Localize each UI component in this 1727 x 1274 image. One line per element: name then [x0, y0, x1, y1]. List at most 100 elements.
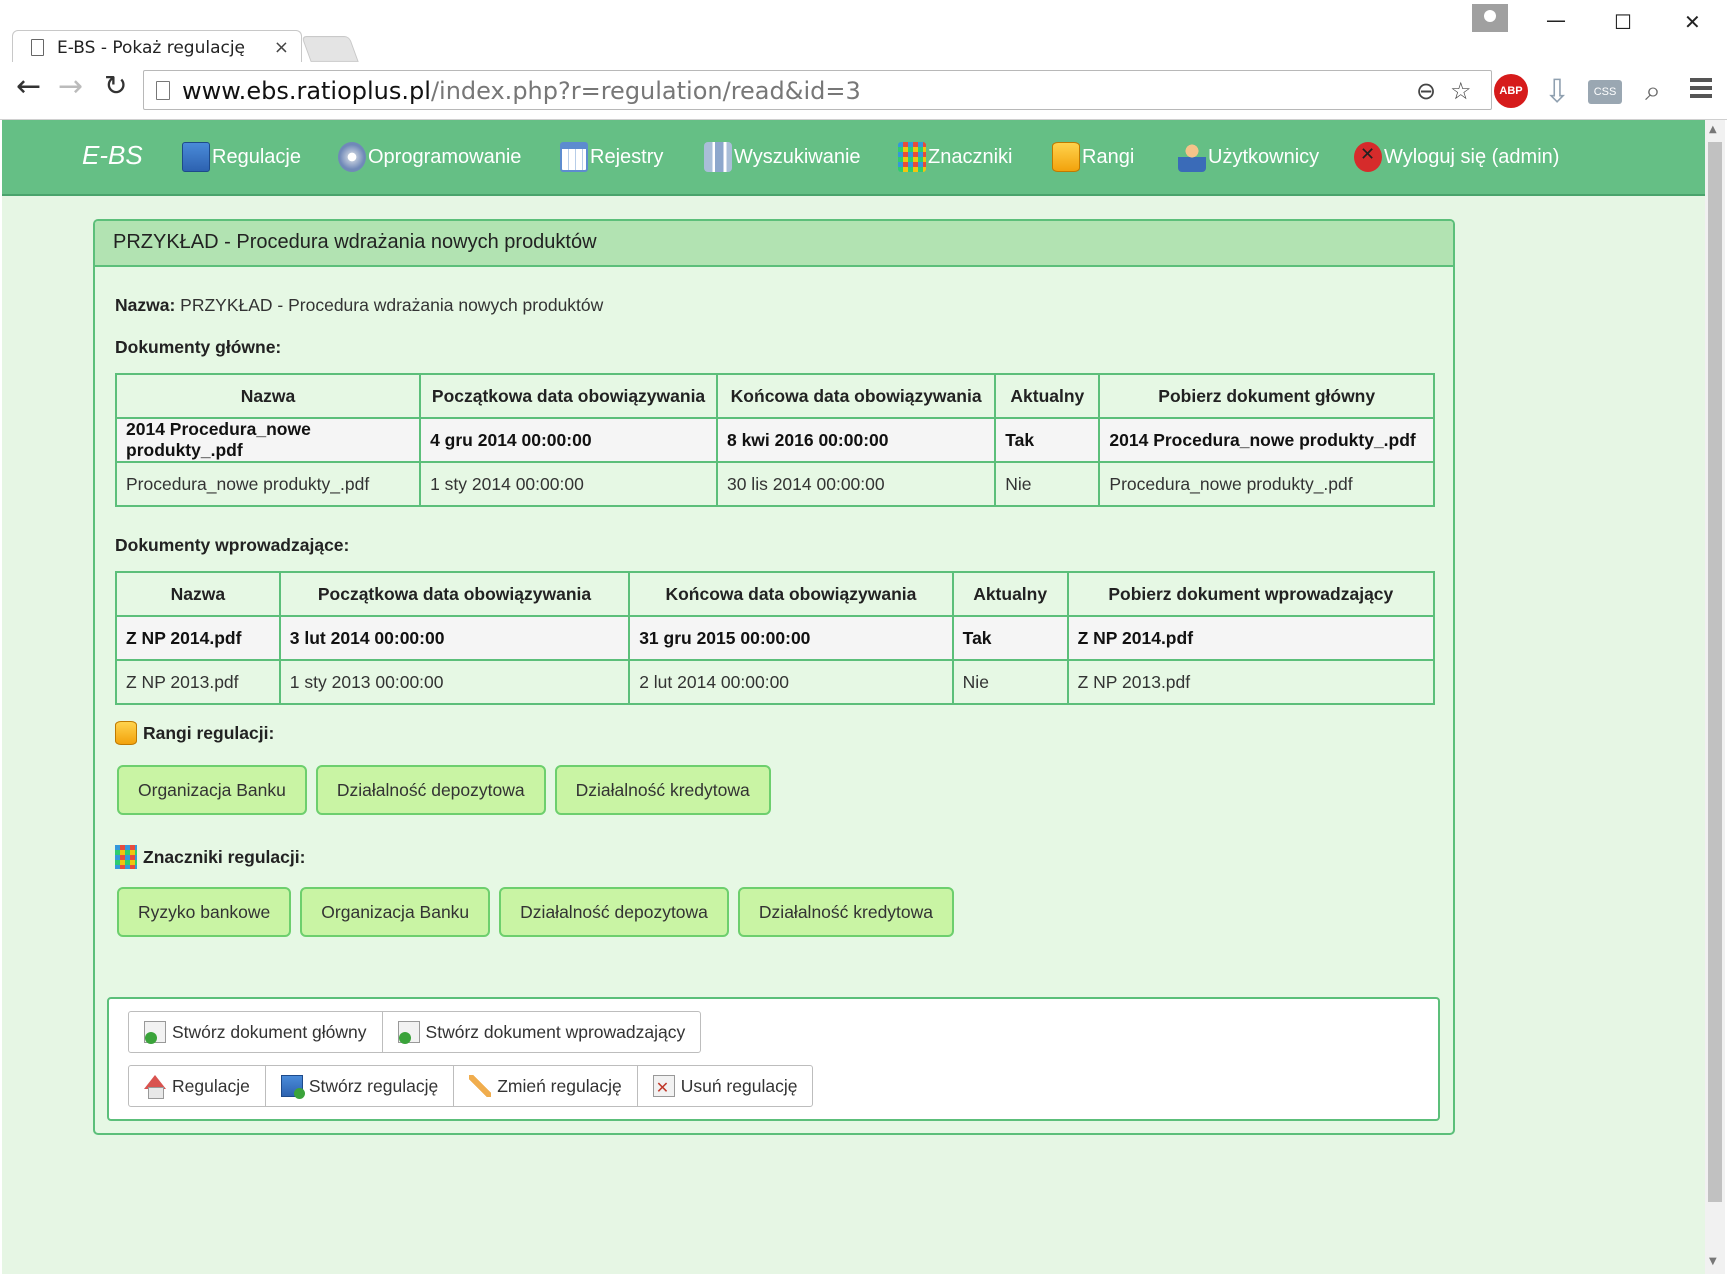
- end-date: 30 lis 2014 00:00:00: [715, 461, 997, 507]
- address-bar[interactable]: www.ebs.ratioplus.pl/index.php?r=regulat…: [143, 70, 1492, 110]
- forward-arrow-icon[interactable]: →: [58, 72, 83, 102]
- button-label: Stwórz regulację: [308, 1075, 439, 1096]
- intro-docs-table: Nazwa Początkowa data obowiązywania Końc…: [115, 571, 1436, 705]
- create-main-doc-button[interactable]: Stwórz dokument główny: [128, 1011, 383, 1053]
- brand-link[interactable]: E-BS: [82, 140, 143, 171]
- download-link[interactable]: 2014 Procedura_nowe produkty_.pdf: [1098, 417, 1435, 463]
- browser-tab[interactable]: E-BS - Pokaż regulację ×: [12, 30, 302, 64]
- download-link[interactable]: Procedura_nowe produkty_.pdf: [1098, 461, 1435, 507]
- reload-icon[interactable]: ↻: [104, 72, 127, 100]
- minimize-icon[interactable]: —: [1546, 8, 1566, 32]
- adblock-icon[interactable]: ABP: [1494, 74, 1528, 108]
- download-icon[interactable]: ⇩: [1540, 74, 1574, 108]
- delete-icon: [652, 1075, 675, 1097]
- end-date: 8 kwi 2016 00:00:00: [715, 417, 997, 463]
- create-intro-doc-button[interactable]: Stwórz dokument wprowadzający: [381, 1011, 702, 1053]
- doc-name: Z NP 2013.pdf: [115, 659, 281, 705]
- nav-label: Rejestry: [590, 145, 664, 168]
- nav-logout[interactable]: Wyloguj się (admin): [1354, 142, 1559, 172]
- bookmark-star-icon[interactable]: ☆: [1450, 77, 1472, 105]
- maximize-icon[interactable]: ☐: [1614, 10, 1632, 34]
- main-docs-heading: Dokumenty główne:: [115, 337, 282, 357]
- binoculars-icon: [704, 142, 732, 172]
- rank-tag[interactable]: Działalność kredytowa: [554, 765, 771, 815]
- nav-znaczniki[interactable]: Znaczniki: [898, 142, 1012, 172]
- delete-regulation-button[interactable]: Usuń regulację: [636, 1065, 814, 1107]
- vertical-scrollbar[interactable]: ▲ ▼: [1705, 120, 1725, 1274]
- profile-icon[interactable]: [1472, 4, 1508, 32]
- table-row: Z NP 2014.pdf 3 lut 2014 00:00:00 31 gru…: [115, 615, 1436, 661]
- current-flag: Tak: [951, 615, 1069, 661]
- table-row: 2014 Procedura_nowe produkty_.pdf 4 gru …: [114, 417, 1435, 463]
- regulations-button[interactable]: Regulacje: [128, 1065, 266, 1107]
- url-text: www.ebs.ratioplus.pl/index.php?r=regulat…: [182, 77, 861, 105]
- regulation-tag[interactable]: Ryzyko bankowe: [117, 887, 292, 937]
- nav-oprogramowanie[interactable]: Oprogramowanie: [338, 142, 521, 172]
- regulation-tag[interactable]: Działalność kredytowa: [737, 887, 955, 937]
- scroll-thumb[interactable]: [1708, 142, 1722, 1202]
- ranks-heading: Rangi regulacji:: [115, 721, 274, 745]
- table-header-row: Nazwa Początkowa data obowiązywania Końc…: [114, 373, 1435, 419]
- scroll-down-icon[interactable]: ▼: [1709, 1256, 1717, 1267]
- search-page-icon[interactable]: ⌕: [1636, 74, 1670, 108]
- start-date: 1 sty 2013 00:00:00: [278, 659, 631, 705]
- start-date: 3 lut 2014 00:00:00: [278, 615, 631, 661]
- nav-rejestry[interactable]: Rejestry: [560, 142, 663, 172]
- tab-close-icon[interactable]: ×: [274, 37, 289, 58]
- tags-heading: Znaczniki regulacji:: [115, 845, 305, 869]
- create-regulation-button[interactable]: Stwórz regulację: [264, 1065, 455, 1107]
- rank-tag[interactable]: Działalność depozytowa: [315, 765, 546, 815]
- coins-icon: [115, 721, 137, 745]
- browser-titlebar: E-BS - Pokaż regulację × — ☐ ✕: [0, 0, 1727, 64]
- download-link[interactable]: Z NP 2013.pdf: [1066, 659, 1436, 705]
- back-arrow-icon[interactable]: ←: [16, 72, 41, 102]
- nav-uzytkownicy[interactable]: Użytkownicy: [1178, 142, 1319, 172]
- button-label: Usuń regulację: [680, 1075, 798, 1096]
- regulation-panel: PRZYKŁAD - Procedura wdrażania nowych pr…: [93, 219, 1455, 1135]
- ranks-list: Organizacja Banku Działalność depozytowa…: [117, 765, 771, 815]
- nav-regulacje[interactable]: Regulacje: [182, 142, 301, 172]
- css-viewer-icon[interactable]: CSS: [1588, 80, 1622, 104]
- button-label: Regulacje: [172, 1075, 250, 1096]
- nav-label: Wyloguj się (admin): [1384, 145, 1560, 168]
- cd-icon: [338, 142, 366, 172]
- doc-name: Procedura_nowe produkty_.pdf: [114, 461, 422, 507]
- button-label: Stwórz dokument główny: [172, 1021, 367, 1042]
- start-date: 4 gru 2014 00:00:00: [419, 417, 718, 463]
- nav-rangi[interactable]: Rangi: [1052, 142, 1134, 172]
- add-regulation-icon: [280, 1075, 305, 1099]
- nav-label: Wyszukiwanie: [734, 145, 861, 168]
- name-label: Nazwa:: [115, 295, 176, 315]
- panel-title: PRZYKŁAD - Procedura wdrażania nowych pr…: [95, 221, 1453, 267]
- new-tab-button[interactable]: [301, 36, 359, 62]
- menu-icon[interactable]: [1690, 78, 1712, 102]
- start-date: 1 sty 2014 00:00:00: [419, 461, 718, 507]
- current-flag: Nie: [951, 659, 1069, 705]
- tags-grid-icon: [115, 845, 137, 869]
- page-icon: [31, 39, 44, 56]
- intro-docs-heading: Dokumenty wprowadzające:: [115, 535, 350, 555]
- nav-label: Regulacje: [212, 145, 301, 168]
- close-window-icon[interactable]: ✕: [1684, 10, 1701, 34]
- download-link[interactable]: Z NP 2014.pdf: [1066, 615, 1436, 661]
- nav-label: Użytkownicy: [1208, 145, 1320, 168]
- end-date: 2 lut 2014 00:00:00: [628, 659, 954, 705]
- page-viewport: E-BS Regulacje Oprogramowanie Rejestry W…: [2, 120, 1705, 1274]
- zoom-icon[interactable]: ⊖: [1416, 77, 1436, 105]
- regulation-tag[interactable]: Organizacja Banku: [300, 887, 491, 937]
- nav-label: Oprogramowanie: [368, 145, 522, 168]
- user-icon: [1178, 142, 1206, 172]
- column-header: Pobierz dokument główny: [1098, 373, 1435, 419]
- name-value: PRZYKŁAD - Procedura wdrażania nowych pr…: [180, 295, 604, 315]
- edit-regulation-button[interactable]: Zmień regulację: [453, 1065, 638, 1107]
- rank-tag[interactable]: Organizacja Banku: [117, 765, 307, 815]
- end-date: 31 gru 2015 00:00:00: [628, 615, 954, 661]
- browser-toolbar: ← → ↻ www.ebs.ratioplus.pl/index.php?r=r…: [0, 62, 1727, 120]
- column-header: Nazwa: [115, 571, 281, 617]
- name-field: Nazwa: PRZYKŁAD - Procedura wdrażania no…: [115, 295, 603, 316]
- book-icon: [182, 142, 210, 172]
- scroll-up-icon[interactable]: ▲: [1709, 124, 1717, 135]
- regulation-tag[interactable]: Działalność depozytowa: [499, 887, 729, 937]
- nav-wyszukiwanie[interactable]: Wyszukiwanie: [704, 142, 861, 172]
- page-icon: [156, 81, 170, 100]
